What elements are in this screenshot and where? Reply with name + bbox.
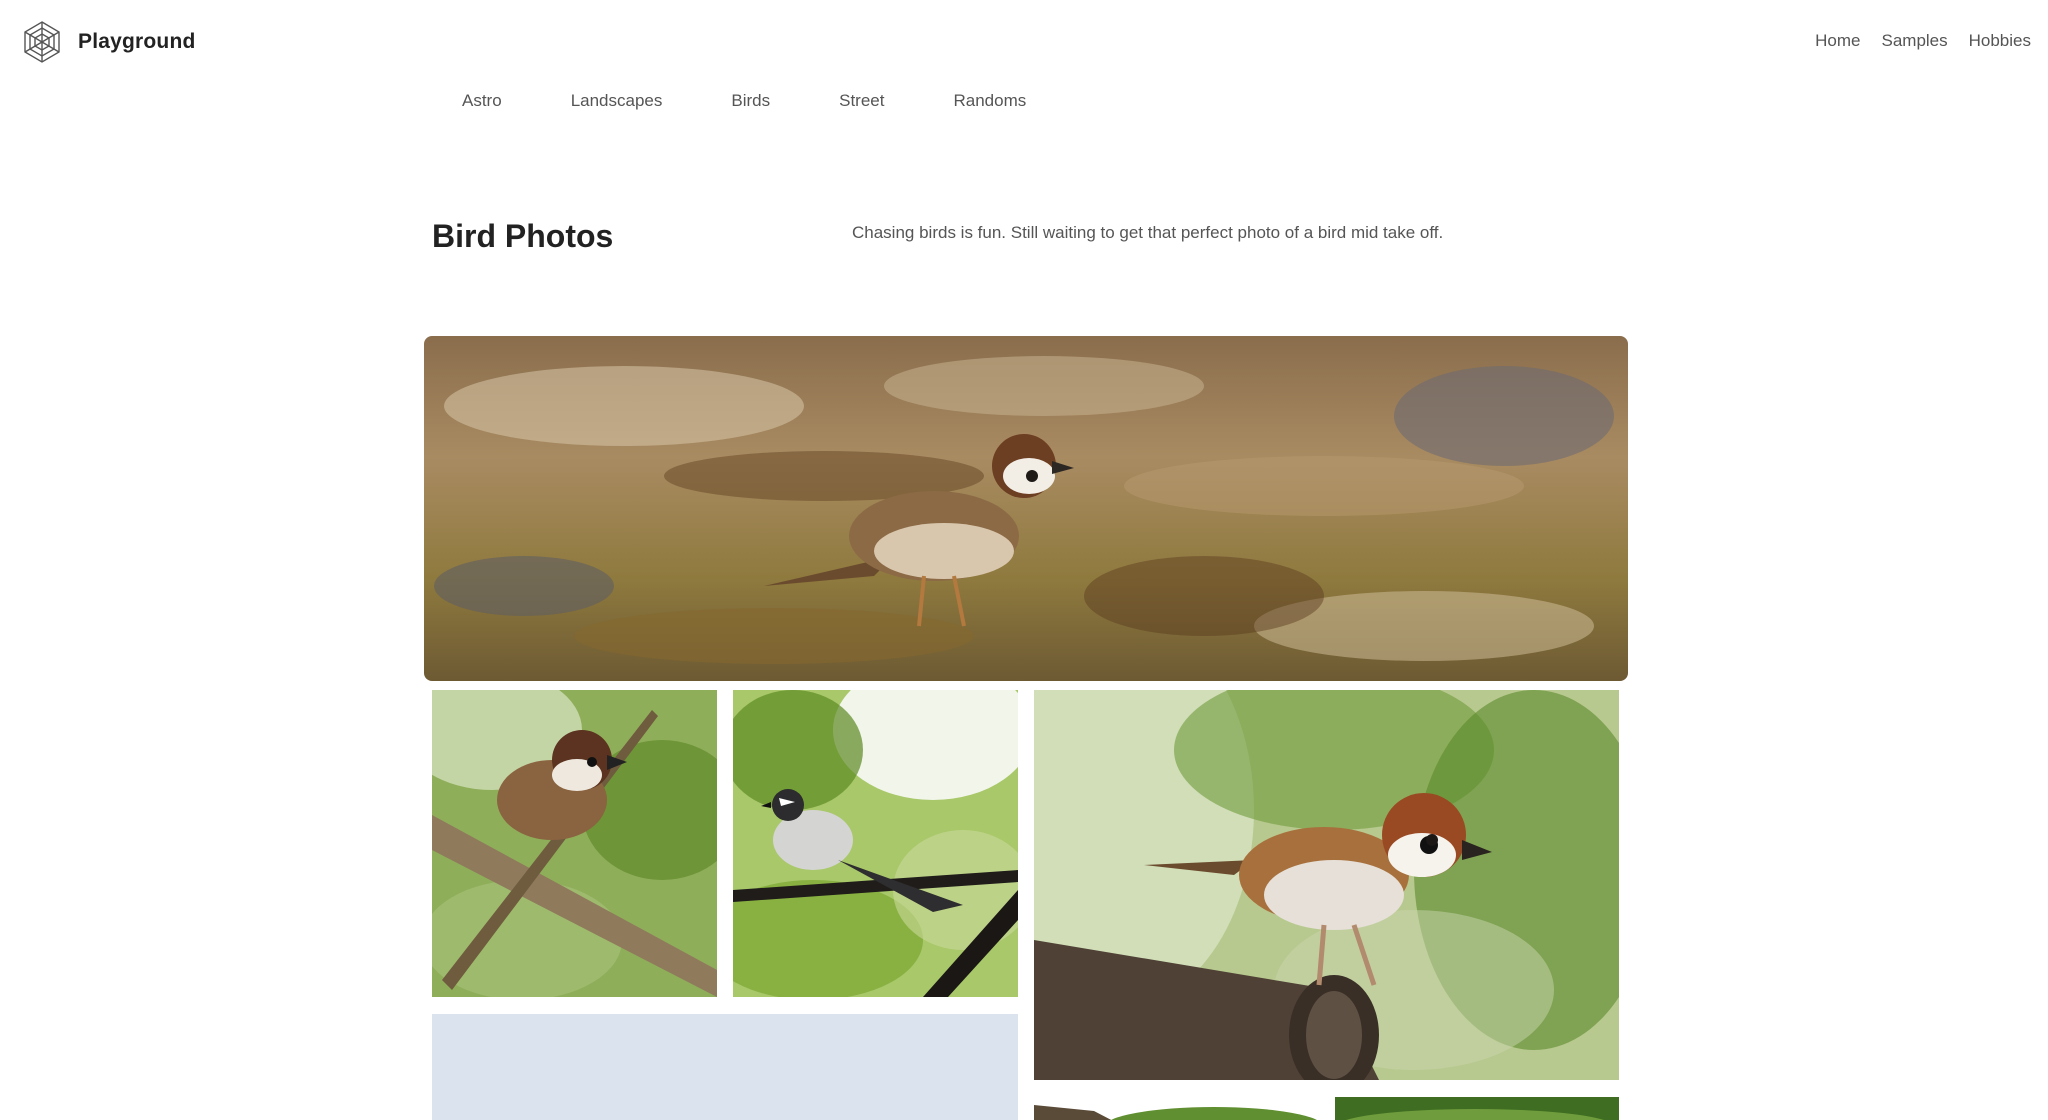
category-link-astro[interactable]: Astro xyxy=(462,91,502,111)
page-title: Bird Photos xyxy=(432,218,614,254)
bird-photo-sparrow-bamboo[interactable] xyxy=(1034,690,1619,1080)
brand-name: Playground xyxy=(78,30,196,53)
category-link-randoms[interactable]: Randoms xyxy=(953,91,1026,111)
nav-link-home[interactable]: Home xyxy=(1815,31,1860,51)
hero-bird-photo[interactable] xyxy=(424,336,1628,681)
bird-photo-sparrow-branch[interactable] xyxy=(432,690,717,997)
brand[interactable]: Playground xyxy=(20,20,196,64)
category-link-birds[interactable]: Birds xyxy=(731,91,770,111)
bird-photo-tree-partial-1[interactable] xyxy=(1034,1097,1319,1120)
page: Playground Home Samples Hobbies Astro La… xyxy=(0,0,2048,1120)
nav-link-hobbies[interactable]: Hobbies xyxy=(1969,31,2031,51)
category-link-street[interactable]: Street xyxy=(839,91,884,111)
hexagon-web-logo-icon xyxy=(24,21,60,63)
category-nav: Astro Landscapes Birds Street Randoms xyxy=(462,91,1095,111)
bird-photo-tree-partial-2[interactable] xyxy=(1335,1097,1619,1120)
top-nav: Home Samples Hobbies xyxy=(1815,31,2031,51)
bird-photo-fantail-twig[interactable] xyxy=(733,690,1018,997)
nav-link-samples[interactable]: Samples xyxy=(1881,31,1947,51)
page-description: Chasing birds is fun. Still waiting to g… xyxy=(852,223,1444,242)
category-link-landscapes[interactable]: Landscapes xyxy=(571,91,663,111)
site-header: Playground Home Samples Hobbies xyxy=(0,0,2048,84)
bird-photo-sky[interactable] xyxy=(432,1014,1018,1120)
